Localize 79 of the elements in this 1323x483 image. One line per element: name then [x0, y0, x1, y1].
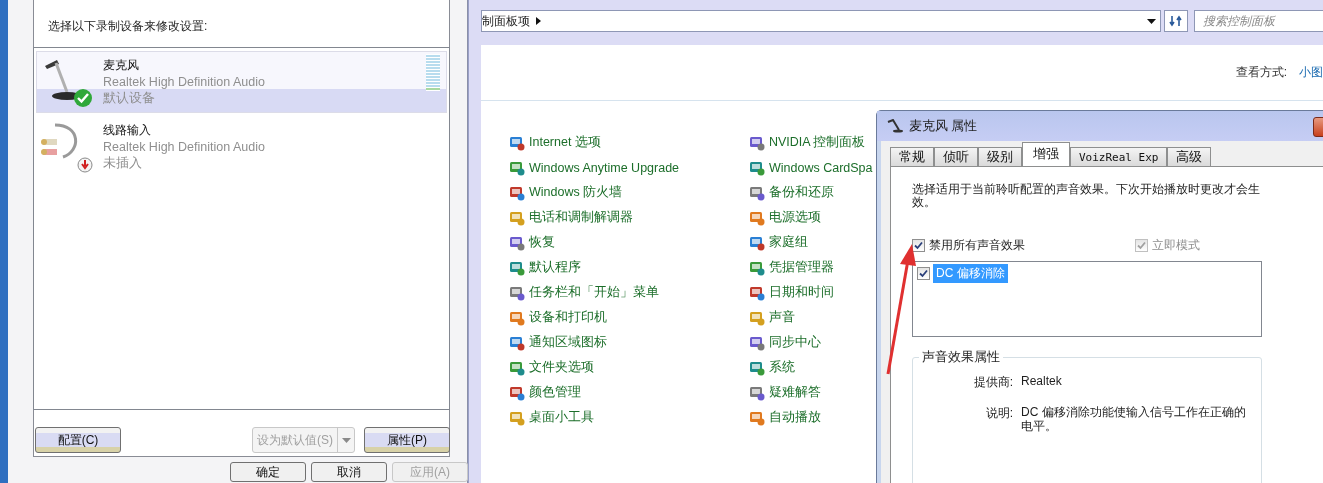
tab[interactable]: 级别	[978, 147, 1022, 166]
control-panel-item[interactable]: 默认程序	[509, 255, 749, 280]
app-icon	[509, 284, 525, 301]
device-status: 未插入	[103, 155, 143, 172]
control-panel-item[interactable]: 桌面小工具	[509, 405, 749, 430]
control-panel-item[interactable]: Internet 选项	[509, 130, 749, 155]
tab[interactable]: 侦听	[934, 147, 978, 166]
dialog-button[interactable]: 属性(P)	[364, 427, 450, 453]
control-panel-item[interactable]: Windows Anytime Upgrade	[509, 155, 749, 180]
app-icon	[509, 159, 525, 176]
app-icon	[749, 384, 765, 401]
app-icon	[509, 384, 525, 401]
checkbox-label: 立即模式	[1152, 237, 1200, 254]
device-driver: Realtek High Definition Audio	[103, 140, 265, 154]
app-icon	[749, 209, 765, 226]
app-icon	[749, 159, 765, 176]
app-icon	[509, 309, 525, 326]
field-value: DC 偏移消除功能使输入信号工作在正确的电平。	[1021, 405, 1247, 433]
app-icon	[509, 409, 525, 426]
app-icon	[749, 259, 765, 276]
app-icon	[509, 209, 525, 226]
control-panel-item[interactable]: 设备和打印机	[509, 305, 749, 330]
address-bar[interactable]: 制面板项	[481, 10, 1161, 32]
device-name: 麦克风	[103, 57, 140, 74]
app-icon	[749, 184, 765, 201]
microphone-icon	[887, 119, 903, 133]
app-icon	[509, 259, 525, 276]
control-panel-item[interactable]: 通知区域图标	[509, 330, 749, 355]
window-title: 麦克风 属性	[909, 117, 978, 135]
caret-icon	[341, 437, 351, 443]
refresh-button[interactable]	[1164, 10, 1188, 32]
dialog-button[interactable]: 取消	[311, 462, 387, 482]
device-name: 线路输入	[103, 122, 152, 139]
device-item[interactable]: 线路输入 Realtek High Definition Audio 未插入	[36, 116, 447, 178]
app-icon	[509, 134, 525, 151]
control-panel-item[interactable]: 任务栏和「开始」菜单	[509, 280, 749, 305]
tab[interactable]: 常规	[890, 147, 934, 166]
control-panel-item[interactable]: Windows 防火墙	[509, 180, 749, 205]
view-by-link[interactable]: 小图	[1299, 64, 1323, 81]
dropdown-icon[interactable]	[1147, 18, 1156, 24]
breadcrumb[interactable]: 制面板项	[482, 12, 530, 30]
app-icon	[749, 309, 765, 326]
field-label: 说明:	[984, 405, 1013, 422]
app-icon	[749, 234, 765, 251]
app-icon	[509, 334, 525, 351]
field-value: Realtek	[1021, 374, 1063, 390]
control-panel-item[interactable]: 文件夹选项	[509, 355, 749, 380]
device-status: 默认设备	[103, 90, 156, 107]
control-panel-item[interactable]: 电话和调制解调器	[509, 205, 749, 230]
device-item[interactable]: 麦克风 Realtek High Definition Audio 默认设备	[36, 51, 447, 113]
app-icon	[509, 234, 525, 251]
app-icon	[749, 334, 765, 351]
device-driver: Realtek High Definition Audio	[103, 75, 265, 89]
dialog-button[interactable]: 确定	[230, 462, 306, 482]
app-icon	[509, 184, 525, 201]
control-panel-item[interactable]: 日期和时间	[749, 280, 989, 305]
group-title: 声音效果属性	[919, 349, 1003, 366]
tab[interactable]: 增强	[1022, 142, 1070, 166]
control-panel-item[interactable]: 声音	[749, 305, 989, 330]
search-field[interactable]: 搜索控制面板	[1194, 10, 1323, 32]
app-icon	[749, 359, 765, 376]
view-by-label: 查看方式:	[1235, 64, 1287, 81]
app-icon	[749, 134, 765, 151]
control-panel-item[interactable]: 颜色管理	[509, 380, 749, 405]
app-icon	[749, 409, 765, 426]
instruction-text: 选择以下录制设备来修改设置:	[48, 18, 208, 35]
tab[interactable]: VoizReal Exp	[1070, 147, 1168, 166]
dialog-button[interactable]: 配置(C)	[35, 427, 121, 453]
app-icon	[509, 359, 525, 376]
checkbox[interactable]	[912, 239, 925, 252]
checkbox-label: 禁用所有声音效果	[929, 237, 1025, 254]
control-panel-item[interactable]: 恢复	[509, 230, 749, 255]
checkbox[interactable]	[917, 267, 930, 280]
description-text: 选择适用于当前聆听配置的声音效果。下次开始播放时更改才会生效。	[912, 183, 1261, 209]
refresh-icon	[1169, 14, 1183, 28]
field-label: 提供商:	[972, 374, 1013, 391]
chevron-icon	[536, 17, 541, 25]
tab[interactable]: 高级	[1167, 147, 1212, 166]
app-icon	[749, 284, 765, 301]
